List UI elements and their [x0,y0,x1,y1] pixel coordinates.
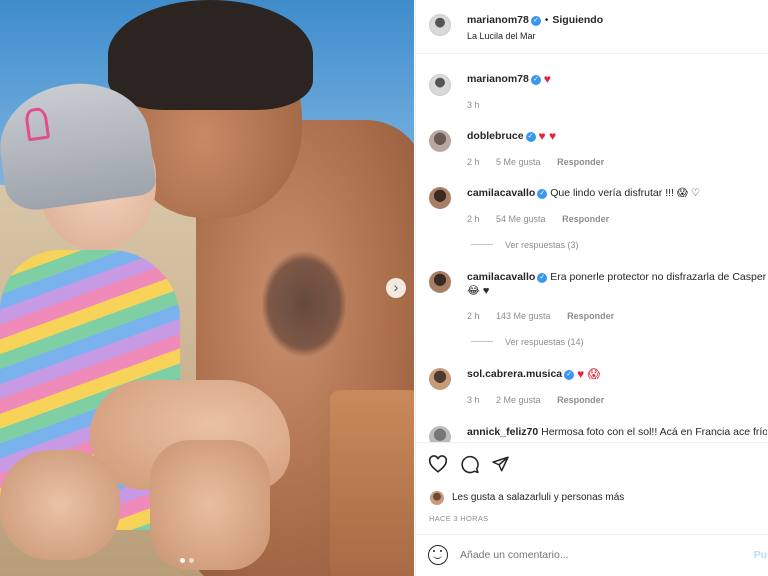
comment-body: Hermosa foto con el sol!! Acá en Francia… [541,426,767,438]
chevron-right-icon[interactable]: › [386,278,406,298]
comment-username[interactable]: annick_feliz70 [467,426,538,438]
heart-icon[interactable] [428,455,448,476]
view-replies-label[interactable]: Ver respuestas (3) [505,240,579,250]
carousel-dot [189,558,194,563]
verified-icon: ✓ [537,189,548,199]
comment-text: camilacavallo ✓ Que lindo vería disfrutar… [467,186,767,200]
avatar[interactable] [429,74,451,96]
post-time: HACE 3 HORAS [429,514,489,523]
comment-icon[interactable] [460,455,480,477]
comment-time: 2 h [467,157,480,167]
photo-tattoo [262,252,346,356]
comment-emojis: 😂 ♥ [467,285,490,297]
reply-button[interactable]: Responder [567,311,614,321]
caption-username[interactable]: marianom78 [467,73,529,85]
comment-item: annick_feliz70 Hermosa foto con el sol!!… [416,425,768,442]
comment-time: 2 h [467,214,480,224]
verified-icon: ✓ [530,16,541,26]
comment-input[interactable] [460,549,730,561]
comment-body: Era ponerle protector no disfrazarla de … [550,271,767,283]
post-photo[interactable]: › [0,0,414,576]
reply-button[interactable]: Responder [562,214,609,224]
emoji-icon[interactable] [428,545,448,565]
avatar[interactable] [429,368,451,390]
comment-username[interactable]: sol.cabrera.musica [467,368,562,380]
reply-button[interactable]: Responder [557,157,604,167]
avatar[interactable] [429,187,451,209]
heart-emoji: ♥ ♥ [538,129,557,143]
comment-likes[interactable]: 2 Me gusta [496,395,541,405]
comment-username[interactable]: camilacavallo [467,187,535,199]
following-button[interactable]: Siguiendo [552,14,603,26]
comment-username[interactable]: camilacavallo [467,271,535,283]
avatar[interactable] [429,14,451,36]
share-icon[interactable] [491,455,510,476]
avatar[interactable] [430,491,444,505]
likes-text[interactable]: Les gusta a salazarluli y personas más [452,492,624,503]
comment-meta: 3 h 2 Me gusta Responder [467,395,618,405]
carousel-dots [180,558,194,563]
comment-body: Que lindo vería disfrutar !!! 😱 ♡ [550,187,701,199]
publish-button[interactable]: Pu [754,549,767,561]
reply-button[interactable]: Responder [557,395,604,405]
avatar[interactable] [429,130,451,152]
avatar[interactable] [429,426,451,442]
header-username[interactable]: marianom78 [467,14,529,26]
comment-text: annick_feliz70 Hermosa foto con el sol!!… [467,425,767,439]
verified-icon: ✓ [537,273,548,283]
post-header: marianom78 ✓ • Siguiendo La Lucila del Mar [416,0,768,54]
caption-text: marianom78 ✓ ♥ [467,72,767,86]
view-replies-button[interactable]: Ver respuestas (3) [471,240,579,250]
photo-man-hair [108,0,313,110]
replies-line [471,341,493,342]
caption-meta: 3 h [467,100,494,110]
comment-meta: 2 h 5 Me gusta Responder [467,157,618,167]
photo-girl-arm [150,440,270,570]
header-line: marianom78 ✓ • Siguiendo [467,14,603,26]
verified-icon: ✓ [525,132,536,142]
comment-username[interactable]: doblebruce [467,130,524,142]
location-link[interactable]: La Lucila del Mar [467,31,536,41]
comment-likes[interactable]: 54 Me gusta [496,214,546,224]
comment-time: 3 h [467,395,480,405]
comment-emojis: ♥ 😱 [577,367,601,381]
separator-dot: • [544,15,549,26]
post-actions: Les gusta a salazarluli y personas más H… [416,442,768,542]
comment-time: 2 h [467,311,480,321]
comment-meta: 2 h 54 Me gusta Responder [467,214,623,224]
view-replies-button[interactable]: Ver respuestas (14) [471,337,584,347]
replies-line [471,244,493,245]
heart-emoji: ♥ [543,72,551,86]
carousel-dot-active [180,558,185,563]
comment-composer: Pu [416,534,768,576]
comment-likes[interactable]: 5 Me gusta [496,157,541,167]
verified-icon: ✓ [530,75,541,85]
caption-time: 3 h [467,100,480,110]
photo-shorts [330,390,414,576]
photo-girl-shin [0,450,120,560]
post-side-panel: marianom78 ✓ • Siguiendo La Lucila del Mar … [415,0,768,576]
comment-text: camilacavallo ✓ Era ponerle protector no … [467,270,767,284]
comment-meta: 2 h 143 Me gusta Responder [467,311,628,321]
avatar[interactable] [429,271,451,293]
comment-likes[interactable]: 143 Me gusta [496,311,551,321]
likes-summary[interactable]: Les gusta a salazarluli y personas más [430,491,624,505]
view-replies-label[interactable]: Ver respuestas (14) [505,337,584,347]
comment-text-line2: 😂 ♥ [467,284,767,298]
comment-text: doblebruce ✓ ♥ ♥ [467,129,767,143]
comment-text: sol.cabrera.musica ✓ ♥ 😱 [467,367,767,381]
verified-icon: ✓ [564,370,575,380]
